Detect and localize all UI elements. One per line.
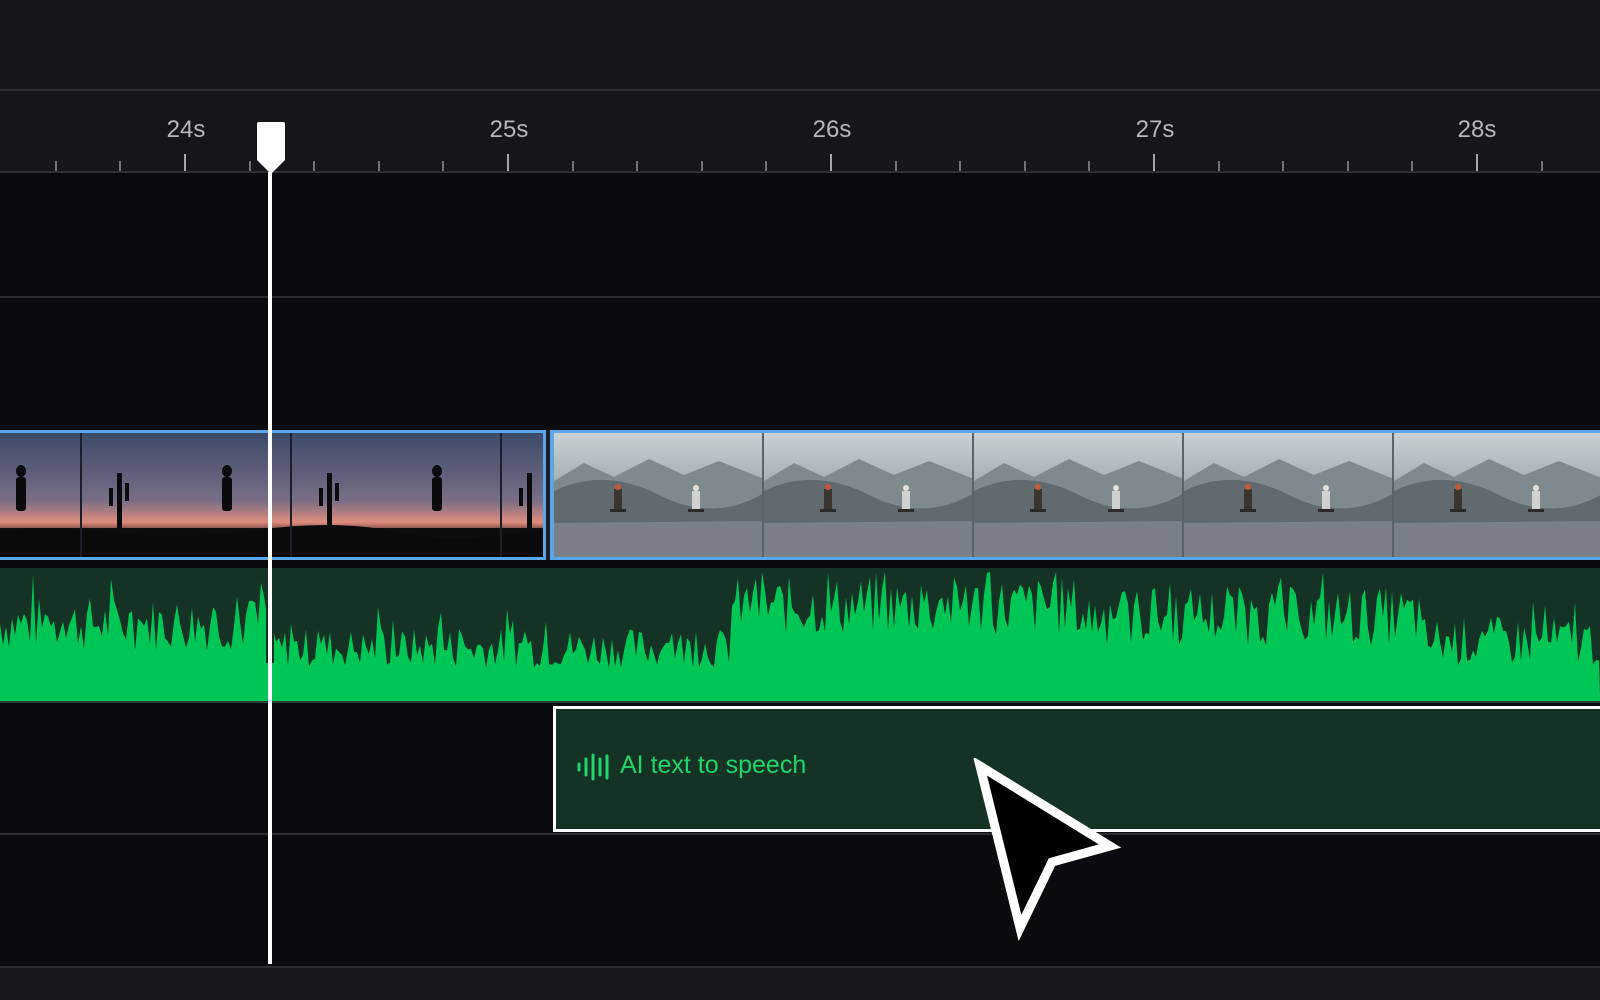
ruler-tick [572,161,574,171]
ruler-tick [765,161,767,171]
ruler-tick [249,161,251,171]
empty-track-2[interactable] [0,298,1600,423]
ruler-tick [895,161,897,171]
empty-track-1[interactable] [0,173,1600,298]
waveform-shape [0,572,1600,701]
ruler-tick [1218,161,1220,171]
tts-clip-label: AI text to speech [620,751,807,779]
ruler-tick [636,161,638,171]
ruler-label-27s: 27s [1135,116,1175,143]
ruler-tick [1024,161,1026,171]
ruler-tick [378,161,380,171]
ruler-tick [1088,161,1090,171]
ruler-tick [1347,161,1349,171]
video-clip-sunset[interactable] [0,430,546,560]
ruler-tick [442,161,444,171]
ruler-tick [313,161,315,171]
audio-track[interactable] [0,568,1600,703]
video-editor-timeline: 24s 25s 26s 27s 28s AI text to speech [0,0,1600,1000]
ruler-label-28s: 28s [1457,116,1497,143]
ruler-tick [119,161,121,171]
ruler-tick [1153,154,1155,171]
ruler-label-25s: 25s [489,116,529,143]
mountain-thumbnails [554,433,1600,557]
ruler-label-26s: 26s [812,116,852,143]
video-track [0,430,1600,560]
ruler-tick [1541,161,1543,171]
ruler-tick [830,154,832,171]
ruler-tick [1282,161,1284,171]
ruler-tick [184,154,186,171]
timeline-toolbar [0,0,1600,91]
ruler-tick [1476,154,1478,171]
ruler-label-24s: 24s [166,116,206,143]
video-clip-mountain[interactable] [550,430,1600,560]
time-ruler[interactable]: 24s 25s 26s 27s 28s [0,91,1600,173]
horizontal-scrollbar[interactable] [0,966,1600,1000]
ruler-tick [959,161,961,171]
ruler-tick [507,154,509,171]
ruler-tick [55,161,57,171]
playhead-marker-icon[interactable] [256,122,286,174]
mouse-pointer-icon [973,758,1122,942]
waveform-icon [577,753,609,781]
empty-track-3[interactable] [0,835,1600,965]
ruler-tick [1411,161,1413,171]
audio-waveform [0,568,1600,701]
ruler-tick [701,161,703,171]
playhead-line[interactable] [268,172,272,964]
